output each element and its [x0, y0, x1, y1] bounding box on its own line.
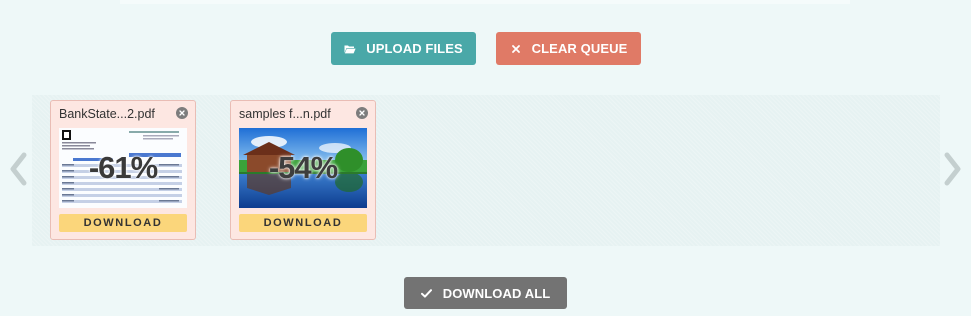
upload-files-label: UPLOAD FILES	[366, 41, 463, 56]
clear-queue-button[interactable]: CLEAR QUEUE	[496, 32, 641, 65]
image-thumbnail: -54%	[239, 128, 367, 208]
clear-queue-label: CLEAR QUEUE	[531, 41, 628, 56]
file-card: samples f...n.pdf -54% DOWNLOAD	[230, 100, 376, 240]
remove-file-icon[interactable]	[176, 107, 188, 119]
remove-file-icon[interactable]	[356, 107, 368, 119]
chevron-right-icon	[943, 152, 963, 191]
download-all-button[interactable]: DOWNLOAD ALL	[404, 277, 567, 309]
scroll-right-button[interactable]	[941, 152, 965, 190]
compression-savings: -61%	[88, 150, 158, 185]
file-card: BankState...2.pdf -61% DOWNLOAD	[50, 100, 196, 240]
close-x-icon	[510, 43, 522, 55]
document-thumbnail: -61%	[59, 128, 187, 208]
scroll-left-button[interactable]	[6, 152, 30, 190]
file-name: samples f...n.pdf	[239, 107, 331, 121]
top-strip	[120, 0, 850, 4]
download-file-button[interactable]: DOWNLOAD	[239, 214, 367, 232]
compression-savings: -54%	[268, 150, 338, 185]
download-all-label: DOWNLOAD ALL	[442, 285, 551, 301]
checkmark-icon	[421, 287, 433, 299]
file-name: BankState...2.pdf	[59, 107, 155, 121]
download-file-button[interactable]: DOWNLOAD	[59, 214, 187, 232]
upload-files-button[interactable]: UPLOAD FILES	[331, 32, 476, 65]
folder-open-icon	[344, 43, 356, 55]
chevron-left-icon	[8, 152, 28, 191]
